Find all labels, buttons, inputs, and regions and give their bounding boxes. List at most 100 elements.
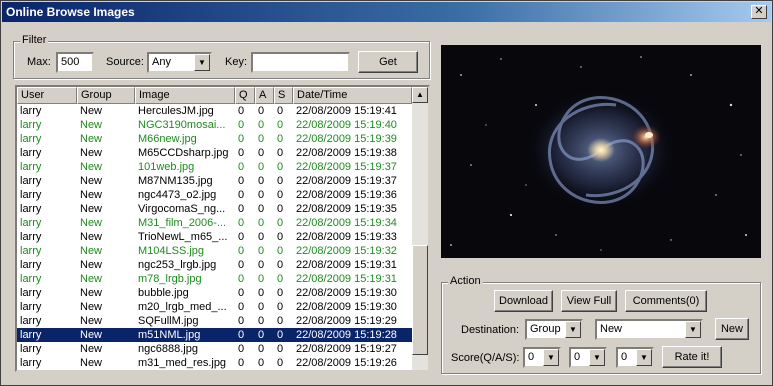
cell-s: 0: [277, 105, 284, 117]
column-header-user[interactable]: User: [17, 87, 77, 104]
chevron-down-icon[interactable]: ▼: [636, 349, 652, 366]
table-row[interactable]: larry New bubble.jpg 0 0 0 22/08/2009 15:19:30: [17, 286, 412, 300]
table-row[interactable]: larry New VirgocomaS_ng... 0 0 0 22/08/2009 15…: [17, 202, 412, 216]
cell-group: New: [80, 175, 103, 187]
cell-s: 0: [277, 133, 284, 145]
cell-date: 22/08/2009 15:19:40: [296, 119, 397, 131]
cell-user: larry: [20, 203, 42, 215]
cell-user: larry: [20, 245, 42, 257]
table-row[interactable]: larry New m31_med_res.jpg 0 0 0 22/08/2009 15:…: [17, 356, 412, 370]
cell-image: M87NM135.jpg: [138, 175, 213, 187]
close-icon[interactable]: ✕: [751, 5, 767, 19]
cell-group: New: [80, 133, 103, 145]
table-row[interactable]: larry New M87NM135.jpg 0 0 0 22/08/2009 15:19:…: [17, 174, 412, 188]
cell-q: 0: [238, 315, 245, 327]
table-row[interactable]: larry New TrioNewL_m65_... 0 0 0 22/08/2009 15…: [17, 230, 412, 244]
cell-a: 0: [258, 245, 265, 257]
table-row[interactable]: larry New M65CCDsharp.jpg 0 0 0 22/08/2009 15:…: [17, 146, 412, 160]
score-q-select[interactable]: 0 ▼: [523, 347, 561, 368]
cell-s: 0: [277, 287, 284, 299]
chevron-down-icon[interactable]: ▼: [685, 321, 701, 338]
comments-button[interactable]: Comments(0): [625, 290, 707, 312]
view-full-button[interactable]: View Full: [561, 290, 617, 312]
cell-a: 0: [258, 189, 265, 201]
cell-group: New: [80, 343, 103, 355]
table-row[interactable]: larry New NGC3190mosai... 0 0 0 22/08/2009 15:…: [17, 118, 412, 132]
window-title: Online Browse Images: [6, 5, 135, 19]
cell-date: 22/08/2009 15:19:29: [296, 315, 397, 327]
cell-image: M66new.jpg: [138, 133, 197, 145]
get-button[interactable]: Get: [358, 51, 418, 73]
chevron-down-icon[interactable]: ▼: [565, 321, 581, 338]
table-row[interactable]: larry New 101web.jpg 0 0 0 22/08/2009 15:19:37: [17, 160, 412, 174]
max-input[interactable]: 500: [56, 52, 94, 73]
cell-group: New: [80, 315, 103, 327]
destination-group-select[interactable]: Group ▼: [525, 319, 583, 340]
column-header-image[interactable]: Image: [135, 87, 235, 104]
table-row[interactable]: larry New M66new.jpg 0 0 0 22/08/2009 15:19:39: [17, 132, 412, 146]
cell-s: 0: [277, 245, 284, 257]
cell-s: 0: [277, 189, 284, 201]
cell-user: larry: [20, 259, 42, 271]
cell-date: 22/08/2009 15:19:34: [296, 217, 397, 229]
column-header-s[interactable]: S: [274, 87, 293, 104]
cell-a: 0: [258, 315, 265, 327]
destination-name-select[interactable]: New ▼: [595, 319, 703, 340]
cell-image: M104LSS.jpg: [138, 245, 205, 257]
table-row[interactable]: larry New M104LSS.jpg 0 0 0 22/08/2009 15:19:3…: [17, 244, 412, 258]
column-header-a[interactable]: A: [255, 87, 274, 104]
chevron-down-icon[interactable]: ▼: [194, 54, 210, 71]
cell-date: 22/08/2009 15:19:37: [296, 175, 397, 187]
table-row[interactable]: larry New SQFullM.jpg 0 0 0 22/08/2009 15:19:2…: [17, 314, 412, 328]
cell-a: 0: [258, 161, 265, 173]
cell-user: larry: [20, 161, 42, 173]
score-s-select[interactable]: 0 ▼: [616, 347, 654, 368]
cell-date: 22/08/2009 15:19:31: [296, 259, 397, 271]
cell-q: 0: [238, 357, 245, 369]
cell-user: larry: [20, 105, 42, 117]
vertical-scrollbar[interactable]: ▲: [412, 87, 428, 370]
cell-user: larry: [20, 301, 42, 313]
source-select[interactable]: Any ▼: [147, 52, 212, 73]
column-header-datetime[interactable]: Date/Time: [293, 87, 412, 104]
cell-date: 22/08/2009 15:19:33: [296, 231, 397, 243]
list-rows: larry New HerculesJM.jpg 0 0 0 22/08/2009 15:1…: [17, 104, 412, 370]
scroll-up-icon[interactable]: ▲: [412, 87, 428, 103]
new-button[interactable]: New: [715, 318, 749, 340]
table-row[interactable]: larry New HerculesJM.jpg 0 0 0 22/08/2009 15:1…: [17, 104, 412, 118]
key-input[interactable]: [251, 52, 350, 73]
table-row[interactable]: larry New ngc6888.jpg 0 0 0 22/08/2009 15:19:2…: [17, 342, 412, 356]
cell-q: 0: [238, 245, 245, 257]
table-row[interactable]: larry New m20_lrgb_med_... 0 0 0 22/08/2009 15…: [17, 300, 412, 314]
column-header-group[interactable]: Group: [77, 87, 135, 104]
table-row[interactable]: larry New ngc4473_o2.jpg 0 0 0 22/08/2009 15:1…: [17, 188, 412, 202]
cell-image: m78_lrgb.jpg: [138, 273, 202, 285]
chevron-down-icon[interactable]: ▼: [589, 349, 605, 366]
cell-user: larry: [20, 315, 42, 327]
cell-s: 0: [277, 329, 284, 341]
table-row[interactable]: larry New m78_lrgb.jpg 0 0 0 22/08/2009 15:19:…: [17, 272, 412, 286]
scroll-thumb[interactable]: [412, 245, 428, 355]
destination-group-value: Group: [530, 323, 561, 335]
column-header-q[interactable]: Q: [235, 87, 255, 104]
cell-group: New: [80, 357, 103, 369]
cell-date: 22/08/2009 15:19:28: [296, 329, 397, 341]
table-row[interactable]: larry New ngc253_lrgb.jpg 0 0 0 22/08/2009 15:…: [17, 258, 412, 272]
cell-date: 22/08/2009 15:19:41: [296, 105, 397, 117]
cell-image: NGC3190mosai...: [138, 119, 226, 131]
cell-s: 0: [277, 217, 284, 229]
cell-user: larry: [20, 231, 42, 243]
download-button[interactable]: Download: [494, 290, 553, 312]
rate-it-button[interactable]: Rate it!: [662, 346, 722, 368]
score-a-select[interactable]: 0 ▼: [569, 347, 607, 368]
cell-q: 0: [238, 105, 245, 117]
score-label: Score(Q/A/S):: [451, 352, 520, 364]
cell-group: New: [80, 273, 103, 285]
image-list[interactable]: User Group Image Q A S Date/Time larry Ne…: [15, 85, 430, 372]
table-row[interactable]: larry New m51NML.jpg 0 0 0 22/08/2009 15:19:28: [17, 328, 412, 342]
cell-group: New: [80, 287, 103, 299]
table-row[interactable]: larry New M31_film_2006-... 0 0 0 22/08/2009 1…: [17, 216, 412, 230]
chevron-down-icon[interactable]: ▼: [543, 349, 559, 366]
score-q-value: 0: [528, 351, 535, 363]
cell-q: 0: [238, 161, 245, 173]
